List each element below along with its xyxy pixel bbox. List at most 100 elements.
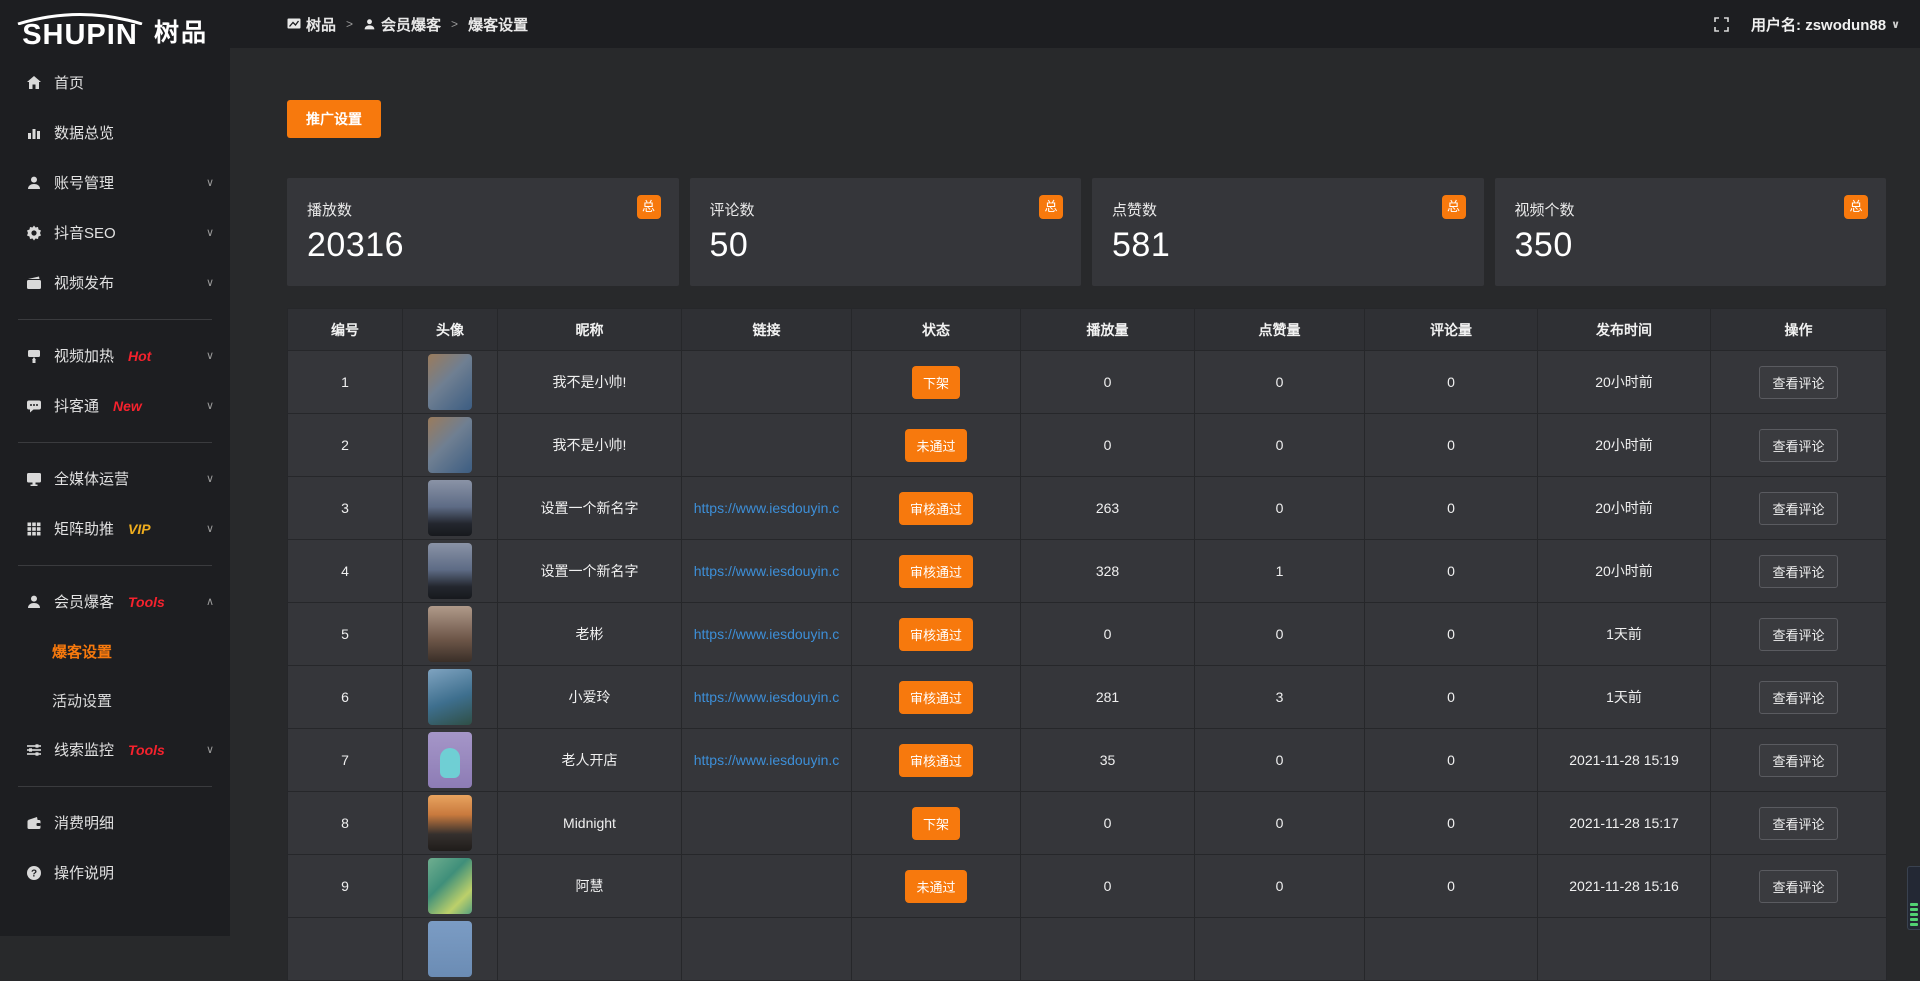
sidebar-item-label: 抖音SEO	[54, 222, 116, 243]
sidebar-item-label: 消费明细	[54, 812, 114, 833]
sidebar-item-home[interactable]: 首页	[0, 58, 230, 108]
chevron-down-icon: ∨	[206, 743, 214, 756]
col-header-likes: 点赞量	[1195, 309, 1365, 351]
sidebar-item-label: 矩阵助推	[54, 518, 114, 539]
cell-nickname: 老彬	[498, 603, 682, 666]
sidebar-subitem-activity-settings[interactable]: 活动设置	[0, 676, 230, 725]
video-publish-icon	[25, 274, 42, 291]
cell-nickname: 阿慧	[498, 855, 682, 918]
sidebar-item-douyin-seo[interactable]: 抖音SEO ∨	[0, 208, 230, 258]
sidebar-item-operation-guide[interactable]: ? 操作说明	[0, 848, 230, 898]
sidebar-item-data-overview[interactable]: 数据总览	[0, 108, 230, 158]
cell-plays: 0	[1021, 792, 1195, 855]
status-badge: 下架	[912, 366, 960, 399]
table-row: 9 阿慧 未通过 0 0 0 2021-11-28 15:16 查看评论	[288, 855, 1887, 918]
main-content: 推广设置 播放数 20316 总 评论数 50 总 点赞数 581 总 视频个数…	[230, 48, 1920, 936]
stat-label: 播放数	[307, 199, 661, 220]
cell-comments: 0	[1365, 666, 1538, 729]
video-link[interactable]: https://www.iesdouyin.c	[694, 689, 840, 705]
status-badge: 审核通过	[899, 492, 973, 525]
menu-divider	[18, 786, 212, 787]
submenu-item-label: 爆客设置	[52, 641, 112, 662]
stat-label: 点赞数	[1112, 199, 1466, 220]
video-link[interactable]: https://www.iesdouyin.c	[694, 752, 840, 768]
sidebar-item-douketong[interactable]: 抖客通 New ∨	[0, 381, 230, 431]
user-menu[interactable]: 用户名: zswodun88 ∨	[1751, 14, 1900, 35]
chevron-down-icon: ∨	[206, 349, 214, 362]
topbar: 树品 > 会员爆客 > 爆客设置 用户名: zswodun88 ∨	[230, 0, 1920, 48]
avatar	[428, 732, 472, 788]
stat-value: 50	[710, 226, 1064, 265]
status-badge: 未通过	[905, 429, 966, 462]
status-badge: 审核通过	[899, 681, 973, 714]
total-badge: 总	[1039, 195, 1063, 219]
view-comments-button[interactable]: 查看评论	[1759, 744, 1837, 777]
col-header-link: 链接	[682, 309, 852, 351]
sidebar-item-all-media-operation[interactable]: 全媒体运营 ∨	[0, 454, 230, 504]
chevron-up-icon: ∧	[206, 595, 214, 608]
menu-divider	[18, 319, 212, 320]
widget-bar	[1910, 913, 1918, 916]
sidebar-subitem-baoke-settings[interactable]: 爆客设置	[0, 627, 230, 676]
cell-nickname: 我不是小帅!	[498, 351, 682, 414]
cell-comments: 0	[1365, 603, 1538, 666]
col-header-avatar: 头像	[403, 309, 498, 351]
breadcrumb-item-member-baoke[interactable]: 会员爆客	[363, 14, 441, 35]
video-link[interactable]: https://www.iesdouyin.c	[694, 626, 840, 642]
promo-settings-button[interactable]: 推广设置	[287, 100, 381, 138]
sidebar-item-consumption-detail[interactable]: 消费明细	[0, 798, 230, 848]
sidebar-item-video-publish[interactable]: 视频发布 ∨	[0, 258, 230, 308]
cell-comments: 0	[1365, 351, 1538, 414]
cell-no: 8	[288, 792, 403, 855]
view-comments-button[interactable]: 查看评论	[1759, 429, 1837, 462]
sidebar-item-label: 会员爆客	[54, 591, 114, 612]
table-row: 5 老彬 https://www.iesdouyin.c 审核通过 0 0 0 …	[288, 603, 1887, 666]
view-comments-button[interactable]: 查看评论	[1759, 618, 1837, 651]
cell-comments: 0	[1365, 540, 1538, 603]
floating-widget[interactable]	[1907, 866, 1920, 930]
stat-value: 581	[1112, 226, 1466, 265]
view-comments-button[interactable]: 查看评论	[1759, 366, 1837, 399]
avatar	[428, 606, 472, 662]
sidebar-item-video-heat[interactable]: 视频加热 Hot ∨	[0, 331, 230, 381]
col-header-comments: 评论量	[1365, 309, 1538, 351]
sidebar-item-matrix-boost[interactable]: 矩阵助推 VIP ∨	[0, 504, 230, 554]
chevron-down-icon: ∨	[1891, 18, 1900, 31]
view-comments-button[interactable]: 查看评论	[1759, 492, 1837, 525]
cell-likes: 0	[1195, 729, 1365, 792]
topbar-right: 用户名: zswodun88 ∨	[1714, 14, 1900, 35]
cell-no: 4	[288, 540, 403, 603]
breadcrumb-item-root[interactable]: 树品	[287, 14, 336, 35]
video-link[interactable]: https://www.iesdouyin.c	[694, 500, 840, 516]
fullscreen-icon[interactable]	[1714, 17, 1729, 32]
col-header-nickname: 昵称	[498, 309, 682, 351]
view-comments-button[interactable]: 查看评论	[1759, 555, 1837, 588]
view-comments-button[interactable]: 查看评论	[1759, 681, 1837, 714]
cell-nickname: Midnight	[498, 792, 682, 855]
app-logo[interactable]: SHUPIN 树品	[0, 0, 230, 50]
grid-icon	[25, 520, 42, 537]
view-comments-button[interactable]: 查看评论	[1759, 807, 1837, 840]
cell-nickname: 老人开店	[498, 729, 682, 792]
breadcrumb-separator: >	[346, 17, 353, 31]
breadcrumb: 树品 > 会员爆客 > 爆客设置	[287, 14, 528, 35]
cell-no: 1	[288, 351, 403, 414]
cell-nickname: 设置一个新名字	[498, 540, 682, 603]
video-link[interactable]: https://www.iesdouyin.c	[694, 563, 840, 579]
sidebar-item-member-baoke[interactable]: 会员爆客 Tools ∧	[0, 577, 230, 627]
status-badge: 审核通过	[899, 744, 973, 777]
videos-table: 编号 头像 昵称 链接 状态 播放量 点赞量 评论量 发布时间 操作 1 我不是…	[287, 308, 1887, 981]
sidebar-item-account-management[interactable]: 账号管理 ∨	[0, 158, 230, 208]
view-comments-button[interactable]: 查看评论	[1759, 870, 1837, 903]
cell-publish-time: 2021-11-28 15:17	[1538, 792, 1711, 855]
member-icon	[25, 593, 42, 610]
stat-card-comments: 评论数 50 总	[690, 178, 1082, 286]
cell-plays: 0	[1021, 855, 1195, 918]
chevron-down-icon: ∨	[206, 472, 214, 485]
logo-text-en: SHUPIN	[22, 22, 138, 50]
status-badge: 下架	[912, 807, 960, 840]
user-icon	[25, 174, 42, 191]
sidebar-item-clue-monitor[interactable]: 线索监控 Tools ∨	[0, 725, 230, 775]
widget-bar	[1910, 903, 1918, 906]
submenu-item-label: 活动设置	[52, 690, 112, 711]
